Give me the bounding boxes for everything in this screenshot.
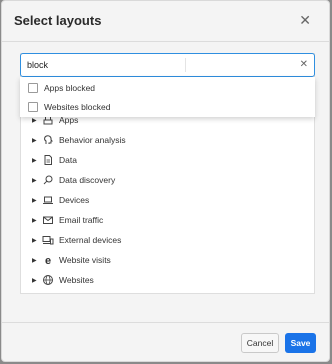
search-icon — [43, 175, 53, 185]
expand-icon[interactable]: ▶ — [32, 137, 37, 144]
expand-icon[interactable]: ▶ — [32, 237, 37, 244]
result-option-apps-blocked[interactable]: Apps blocked — [20, 78, 315, 98]
save-button[interactable]: Save — [285, 333, 316, 353]
expand-icon[interactable]: ▶ — [32, 197, 37, 204]
svg-text:e: e — [45, 255, 51, 266]
checkbox[interactable] — [28, 83, 38, 93]
checkbox[interactable] — [28, 102, 38, 112]
tree-item-website-visits[interactable]: ▶ e Website visits — [20, 251, 315, 269]
search-input[interactable] — [21, 55, 193, 75]
cancel-button[interactable]: Cancel — [241, 333, 279, 353]
footer-divider — [2, 322, 329, 323]
expand-icon[interactable]: ▶ — [32, 157, 37, 164]
close-icon[interactable]: ✕ — [299, 13, 311, 27]
tree-item-label: Websites — [59, 275, 94, 285]
data-icon — [44, 155, 52, 165]
email-icon — [43, 216, 53, 224]
expand-icon[interactable]: ▶ — [32, 177, 37, 184]
option-label: Apps blocked — [44, 83, 96, 93]
tree-item-label: Email traffic — [59, 215, 104, 225]
laptop-icon — [43, 196, 53, 204]
clear-icon[interactable]: ✕ — [300, 59, 308, 70]
tree-item-label: Behavior analysis — [59, 135, 126, 145]
tree-item-label: Website visits — [59, 255, 111, 265]
header-divider — [2, 41, 329, 42]
external-devices-icon — [42, 236, 54, 245]
globe-icon — [43, 275, 53, 285]
result-option-websites-blocked[interactable]: Websites blocked — [20, 97, 315, 117]
expand-icon[interactable]: ▶ — [32, 217, 37, 224]
tree-item-label: External devices — [59, 235, 122, 245]
expand-icon[interactable]: ▶ — [32, 257, 37, 264]
option-label: Websites blocked — [44, 102, 111, 112]
tree-item-label: Data discovery — [59, 175, 116, 185]
tree-item-data-discovery[interactable]: ▶ Data discovery — [20, 171, 315, 189]
tree-item-label: Data — [59, 155, 77, 165]
tree-item-email-traffic[interactable]: ▶ Email traffic — [20, 211, 315, 229]
search-results-dropdown: Apps blocked Websites blocked — [20, 77, 315, 117]
expand-icon[interactable]: ▶ — [32, 277, 37, 284]
tree-item-behavior-analysis[interactable]: ▶ Behavior analysis — [20, 131, 315, 149]
browser-icon: e — [45, 255, 51, 266]
select-layouts-dialog: Select layouts ✕ ▶ Apps ▶ Behavior analy… — [1, 0, 330, 362]
behavior-analysis-icon — [44, 135, 53, 144]
tree-item-data[interactable]: ▶ Data — [20, 151, 315, 169]
search-divider — [185, 58, 186, 72]
layout-search: ✕ — [20, 53, 315, 77]
tree-item-external-devices[interactable]: ▶ External devices — [20, 231, 315, 249]
tree-item-devices[interactable]: ▶ Devices — [20, 191, 315, 209]
expand-icon[interactable]: ▶ — [32, 117, 37, 124]
dialog-title: Select layouts — [14, 13, 102, 28]
tree-item-label: Devices — [59, 195, 90, 205]
tree-item-websites[interactable]: ▶ Websites — [20, 271, 315, 289]
